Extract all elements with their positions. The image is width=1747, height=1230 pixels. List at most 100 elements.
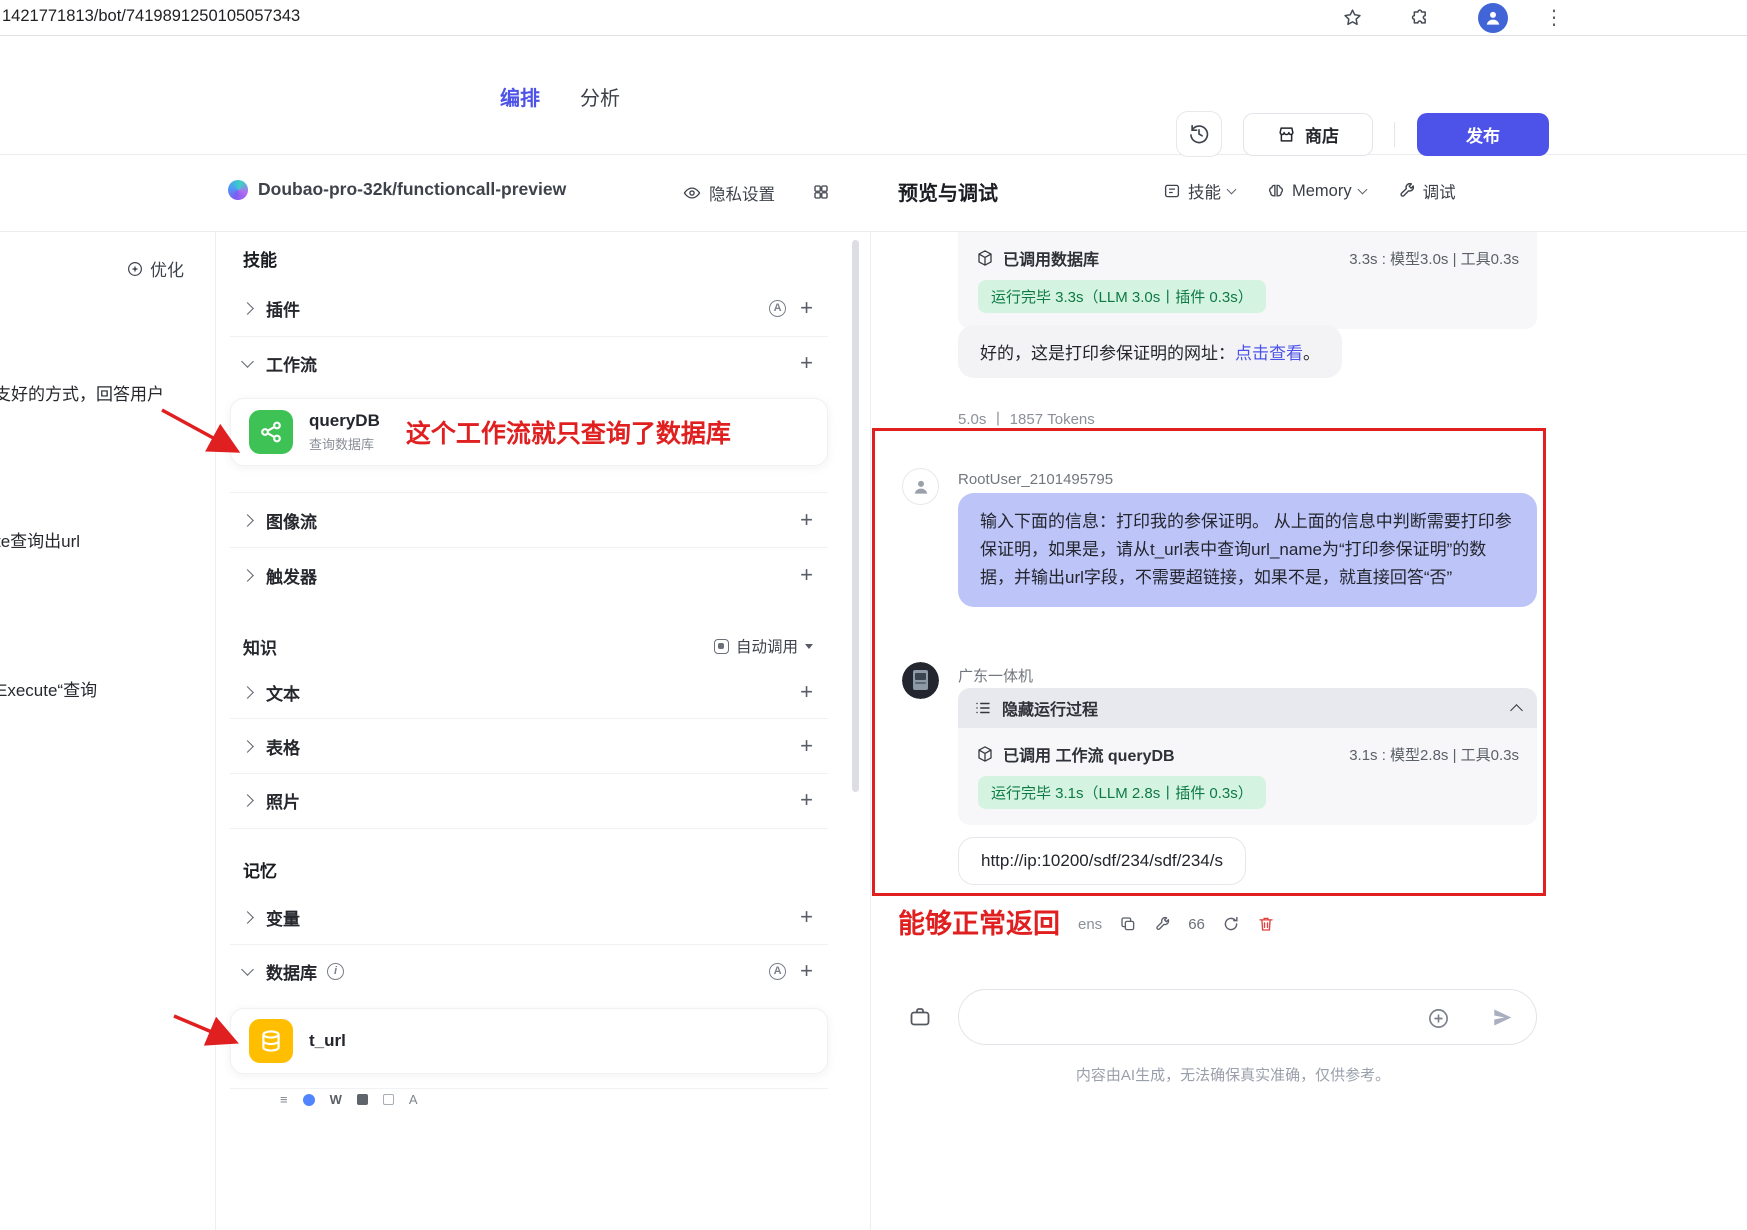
knowledge-section-title: 知识 xyxy=(243,634,277,659)
workflow-card-querydb[interactable]: queryDB 查询数据库 这个工作流就只查询了数据库 xyxy=(230,398,828,466)
model-selector[interactable]: Doubao-pro-32k/functioncall-preview xyxy=(228,179,566,200)
store-button[interactable]: 商店 xyxy=(1243,113,1373,156)
row-text-knowledge[interactable]: 文本 + xyxy=(243,677,813,707)
regenerate-icon[interactable] xyxy=(1222,915,1240,933)
browser-profile-avatar[interactable] xyxy=(1478,3,1508,33)
photo-knowledge-label: 照片 xyxy=(266,788,300,813)
address-bar-url[interactable]: 1421771813/bot/7419891250105057343 xyxy=(2,7,300,26)
optimize-icon xyxy=(126,260,144,278)
call-timing: 3.1s : 模型2.8s | 工具0.3s xyxy=(1349,744,1519,765)
message-actions: ens 66 xyxy=(1078,915,1275,933)
add-workflow-button[interactable]: + xyxy=(800,352,813,374)
row-database[interactable]: 数据库 i A + xyxy=(243,956,813,986)
prompt-text-fragment: 支好的方式，回答用户 xyxy=(0,380,164,405)
auto-call-dropdown[interactable]: 自动调用 xyxy=(714,635,813,657)
imageflow-label: 图像流 xyxy=(266,508,317,533)
scrollbar[interactable] xyxy=(852,240,859,792)
send-button[interactable] xyxy=(1491,1006,1514,1029)
info-icon[interactable]: i xyxy=(327,963,344,980)
toolbar-glyph[interactable]: A xyxy=(409,1092,418,1107)
chevron-up-icon xyxy=(1510,704,1523,717)
app-header: 编排 分析 商店 发布 xyxy=(0,36,1747,155)
publish-button[interactable]: 发布 xyxy=(1417,113,1549,156)
chevron-right-icon xyxy=(241,302,254,315)
call-timing: 3.3s : 模型3.0s | 工具0.3s xyxy=(1349,248,1519,269)
model-icon xyxy=(228,180,248,200)
optimize-button[interactable]: 优化 xyxy=(126,256,184,281)
user-avatar xyxy=(902,468,939,505)
layout-grid-icon[interactable] xyxy=(812,183,830,201)
auto-invoke-icon xyxy=(714,639,729,654)
hide-process-toggle[interactable]: 隐藏运行过程 xyxy=(958,688,1537,728)
workspace-header: Doubao-pro-32k/functioncall-preview 隐私设置… xyxy=(0,155,1747,232)
add-photo-button[interactable]: + xyxy=(800,789,813,811)
row-photo-knowledge[interactable]: 照片 + xyxy=(243,785,813,815)
row-table-knowledge[interactable]: 表格 + xyxy=(243,731,813,761)
quick-command-button[interactable] xyxy=(908,1005,932,1029)
chevron-right-icon xyxy=(241,794,254,807)
add-trigger-button[interactable]: + xyxy=(800,564,813,586)
row-triggers[interactable]: 触发器 + xyxy=(243,560,813,590)
database-name: t_url xyxy=(309,1031,346,1051)
copy-icon[interactable] xyxy=(1119,915,1137,933)
extensions-puzzle-icon[interactable] xyxy=(1410,8,1430,28)
tab-orchestrate[interactable]: 编排 xyxy=(500,82,540,111)
workflows-label: 工作流 xyxy=(266,351,317,376)
bot-url-message-bubble: http://ip:10200/sdf/234/sdf/234/s xyxy=(958,837,1246,885)
bot-message-text: 。 xyxy=(1303,344,1320,363)
optimize-label: 优化 xyxy=(150,256,184,281)
run-status-badge: 运行完毕 3.1s（LLM 2.8s丨插件 0.3s） xyxy=(978,776,1266,809)
menu-skills-label: 技能 xyxy=(1188,179,1221,203)
menu-debug[interactable]: 调试 xyxy=(1398,179,1456,203)
toolbar-glyph[interactable]: W xyxy=(330,1092,342,1107)
history-button[interactable] xyxy=(1176,111,1222,157)
debug-chat-panel: 已调用数据库 3.3s : 模型3.0s | 工具0.3s 运行完毕 3.3s（… xyxy=(870,232,1747,1230)
add-imageflow-button[interactable]: + xyxy=(800,509,813,531)
message-link[interactable]: 点击查看 xyxy=(1235,344,1303,363)
toolbar-square-icon[interactable] xyxy=(357,1094,368,1105)
debug-wrench-icon xyxy=(1398,182,1416,200)
bookmark-star-icon[interactable] xyxy=(1342,7,1363,28)
chat-input[interactable] xyxy=(958,989,1537,1045)
add-database-button[interactable]: + xyxy=(800,960,813,982)
bot-avatar xyxy=(902,662,939,699)
row-variables[interactable]: 变量 + xyxy=(243,902,813,932)
chevron-down-icon xyxy=(241,963,254,976)
attach-plus-icon[interactable] xyxy=(1427,1007,1450,1030)
panel-divider-left xyxy=(215,232,216,1230)
prompt-panel: 优化 支好的方式，回答用户 te查询出url Execute“查询 xyxy=(0,232,215,1230)
add-plugin-button[interactable]: + xyxy=(800,297,813,319)
add-text-button[interactable]: + xyxy=(800,681,813,703)
browser-menu-icon[interactable]: ⋮ xyxy=(1544,5,1564,30)
model-name: Doubao-pro-32k/functioncall-preview xyxy=(258,179,566,200)
history-clock-icon xyxy=(1188,123,1210,145)
auto-badge-icon[interactable]: A xyxy=(769,963,786,980)
database-card-turl[interactable]: t_url xyxy=(230,1008,828,1074)
toolbar-glyph[interactable]: ≡ xyxy=(280,1092,288,1107)
toolbar-dot-icon[interactable] xyxy=(303,1094,315,1106)
add-table-button[interactable]: + xyxy=(800,735,813,757)
chevron-right-icon xyxy=(241,569,254,582)
bot-name: 广东一体机 xyxy=(958,665,1033,686)
workflow-name: queryDB xyxy=(309,411,380,431)
toolbar-square-outline-icon[interactable] xyxy=(383,1094,394,1105)
delete-trash-icon[interactable] xyxy=(1257,915,1275,933)
briefcase-icon xyxy=(908,1005,932,1029)
debug-wrench-icon[interactable] xyxy=(1154,916,1171,933)
menu-memory-label: Memory xyxy=(1292,182,1352,201)
row-plugins[interactable]: 插件 A + xyxy=(243,293,813,323)
privacy-settings-button[interactable]: 隐私设置 xyxy=(683,181,775,205)
prompt-text-fragment: Execute“查询 xyxy=(0,676,97,701)
menu-memory[interactable]: Memory xyxy=(1267,182,1366,201)
row-imageflow[interactable]: 图像流 + xyxy=(243,505,813,535)
add-variable-button[interactable]: + xyxy=(800,906,813,928)
auto-badge-icon[interactable]: A xyxy=(769,300,786,317)
send-icon xyxy=(1491,1006,1514,1029)
menu-skills[interactable]: 技能 xyxy=(1163,179,1235,203)
plugins-label: 插件 xyxy=(266,296,300,321)
row-workflows[interactable]: 工作流 + xyxy=(243,348,813,378)
knowledge-section-header: 知识 自动调用 xyxy=(243,631,813,661)
chevron-down-icon xyxy=(241,355,254,368)
tab-analyze[interactable]: 分析 xyxy=(580,82,620,111)
chevron-right-icon xyxy=(241,514,254,527)
